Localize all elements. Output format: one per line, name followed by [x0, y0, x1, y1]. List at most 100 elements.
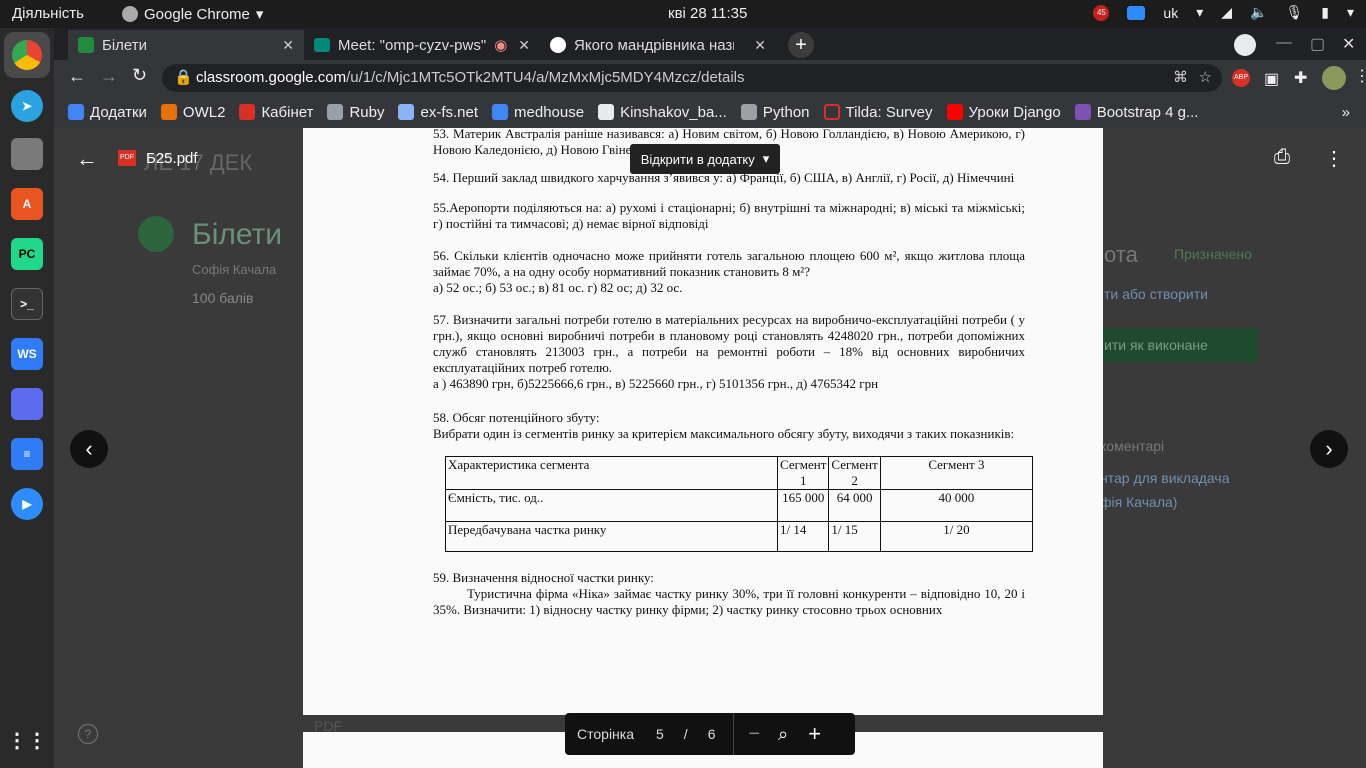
- bookmark-item[interactable]: Ruby: [327, 104, 384, 121]
- tab-label: Meet: "omp-cyzv-pws": [338, 36, 487, 54]
- back-icon[interactable]: ←: [68, 66, 86, 87]
- menu-icon[interactable]: ⋮: [1354, 66, 1366, 86]
- bookmark-item[interactable]: Додатки: [68, 104, 147, 121]
- owl-icon: [160, 104, 177, 120]
- page-separator: /: [683, 726, 688, 742]
- current-page-input[interactable]: 5: [656, 726, 664, 742]
- app-menu[interactable]: Google Chrome ▾: [122, 5, 263, 23]
- chrome-icon: [122, 6, 138, 22]
- question-55: 55.Аеропорти поділяються на: а) рухомі і…: [433, 200, 1025, 231]
- more-options-icon[interactable]: ⋮: [1324, 146, 1344, 171]
- dock-telegram-icon[interactable]: ➤: [11, 90, 43, 122]
- close-window-icon[interactable]: ✕: [1342, 34, 1362, 54]
- close-icon[interactable]: ✕: [282, 37, 294, 54]
- question-58-text: Вибрати один із сегментів ринку за крите…: [433, 426, 1015, 441]
- zoom-tray-icon[interactable]: [1127, 5, 1146, 20]
- address-bar[interactable]: 🔒 classroom.google.com/u/1/c/Mjc1MTc5OTk…: [162, 64, 1222, 92]
- background-private: нтар для викладача: [1100, 470, 1230, 486]
- lock-icon: 🔒: [174, 69, 193, 86]
- dock-chrome-icon[interactable]: [4, 32, 50, 78]
- new-tab-icon[interactable]: +: [788, 32, 814, 58]
- background-assigned: Призначено: [1174, 246, 1252, 262]
- more-bookmarks-icon[interactable]: »: [1342, 104, 1350, 121]
- caret-down-icon: ▾: [1346, 4, 1354, 20]
- zoom-search-icon[interactable]: ⌕: [778, 724, 788, 745]
- bookmark-item[interactable]: OWL2: [160, 104, 225, 121]
- reload-icon[interactable]: ↻: [132, 65, 147, 86]
- table-header: Сегмент 3: [879, 456, 1034, 490]
- bookmark-star-icon[interactable]: ☆: [1199, 64, 1212, 92]
- arrow-up-icon: [398, 104, 415, 120]
- clock[interactable]: кві 28 11:35: [668, 5, 747, 22]
- dock-webstorm-icon[interactable]: WS: [11, 338, 43, 370]
- show-apps-icon[interactable]: ⋮⋮: [7, 724, 47, 756]
- bookmark-item[interactable]: Bootstrap 4 g...: [1074, 104, 1198, 121]
- dock-terminal-icon[interactable]: >_: [11, 288, 43, 320]
- folder-icon: [327, 104, 344, 120]
- print-icon[interactable]: ⎙: [1274, 146, 1290, 169]
- question-57: 57. Визначити загальні потреби готелю в …: [433, 312, 1025, 375]
- system-top-bar: Діяльність Google Chrome ▾ кві 28 11:35 …: [0, 0, 1366, 28]
- next-file-icon[interactable]: ›: [1310, 430, 1348, 468]
- help-icon[interactable]: ?: [78, 724, 98, 744]
- dock-document-icon[interactable]: ≡: [11, 438, 43, 470]
- question-57-answers: а ) 463890 грн, б)5225666,6 грн., в) 522…: [433, 376, 879, 391]
- volume-icon: 🔈: [1250, 4, 1268, 20]
- media-icon[interactable]: ▣: [1264, 69, 1279, 89]
- table-cell: 64 000: [828, 489, 881, 522]
- activities-button[interactable]: Діяльність: [12, 5, 84, 22]
- adblock-icon[interactable]: ABP: [1232, 69, 1250, 87]
- classroom-icon: [78, 37, 94, 53]
- zoom-in-icon[interactable]: +: [808, 721, 821, 747]
- close-icon[interactable]: ✕: [754, 37, 766, 54]
- translate-icon[interactable]: ⌘: [1173, 64, 1188, 92]
- battery-icon: ▮: [1321, 4, 1329, 20]
- d-icon: [598, 104, 615, 120]
- bookmark-item[interactable]: medhouse: [492, 104, 584, 121]
- dock-software-icon[interactable]: A: [11, 188, 43, 220]
- forward-icon[interactable]: →: [100, 66, 118, 87]
- dock-files-icon[interactable]: [11, 138, 43, 170]
- back-icon[interactable]: ←: [76, 146, 98, 172]
- table-row: Ємність, тис. од.. 165 000 64 000 40 000: [445, 489, 1034, 522]
- dock-screenshot-icon[interactable]: [11, 388, 43, 420]
- question-59: 59. Визначення відносної частки ринку:: [433, 570, 654, 585]
- background-comments: коментарі: [1100, 438, 1165, 454]
- bookmarks-bar: Додатки OWL2 Кабінет Ruby ex-fs.net medh…: [54, 96, 1366, 128]
- table-header: Характеристика сегмента: [445, 456, 778, 490]
- caret-down-icon: ▾: [255, 6, 264, 23]
- bookmark-item[interactable]: Kinshakov_ba...: [598, 104, 727, 121]
- avatar[interactable]: [1322, 66, 1346, 90]
- keyboard-language[interactable]: uk: [1163, 5, 1178, 21]
- tab-meet[interactable]: Meet: "omp-cyzv-pws" ◉ ✕: [304, 30, 540, 60]
- dock-zoom-icon[interactable]: ▶: [11, 488, 43, 520]
- bookmark-item[interactable]: Python: [740, 104, 810, 121]
- system-tray[interactable]: 45 uk ▾ ◢ 🔈 🎙 ▮ ▾: [1093, 4, 1354, 21]
- tab-label: Якого мандрівника нази: [574, 36, 734, 54]
- tab-google[interactable]: Якого мандрівника нази ✕: [540, 30, 776, 60]
- open-in-app-button[interactable]: Відкрити в додатку ▾: [630, 144, 780, 174]
- cabinet-icon: [239, 104, 256, 120]
- apps-icon: [68, 104, 84, 120]
- close-icon[interactable]: ✕: [518, 37, 530, 54]
- question-59-text: Туристична фірма «Ніка» займає частку ри…: [433, 586, 1025, 617]
- bookmark-item[interactable]: ex-fs.net: [398, 104, 478, 121]
- bookmark-item[interactable]: Кабінет: [239, 104, 313, 121]
- youtube-icon: [946, 104, 963, 120]
- tab-biletu[interactable]: Білети ✕: [68, 30, 304, 60]
- background-points: 100 балів: [192, 290, 254, 306]
- zoom-out-icon[interactable]: −: [748, 723, 760, 746]
- bookmark-item[interactable]: Уроки Django: [946, 104, 1061, 121]
- bootstrap-icon: [1074, 104, 1091, 120]
- table-cell: 1/ 20: [879, 521, 1034, 552]
- minimize-icon[interactable]: —: [1276, 34, 1292, 52]
- segments-table: Характеристика сегмента Сегмент 1 Сегмен…: [445, 456, 1034, 552]
- meet-icon: [314, 38, 330, 52]
- bookmark-item[interactable]: Tilda: Survey: [823, 104, 933, 121]
- total-pages: 6: [707, 726, 716, 742]
- extensions-icon[interactable]: ✚: [1294, 68, 1307, 88]
- tab-search-icon[interactable]: [1234, 34, 1256, 56]
- maximize-icon[interactable]: ▢: [1310, 34, 1325, 54]
- dock-pycharm-icon[interactable]: PC: [11, 238, 43, 270]
- previous-file-icon[interactable]: ‹: [70, 430, 108, 468]
